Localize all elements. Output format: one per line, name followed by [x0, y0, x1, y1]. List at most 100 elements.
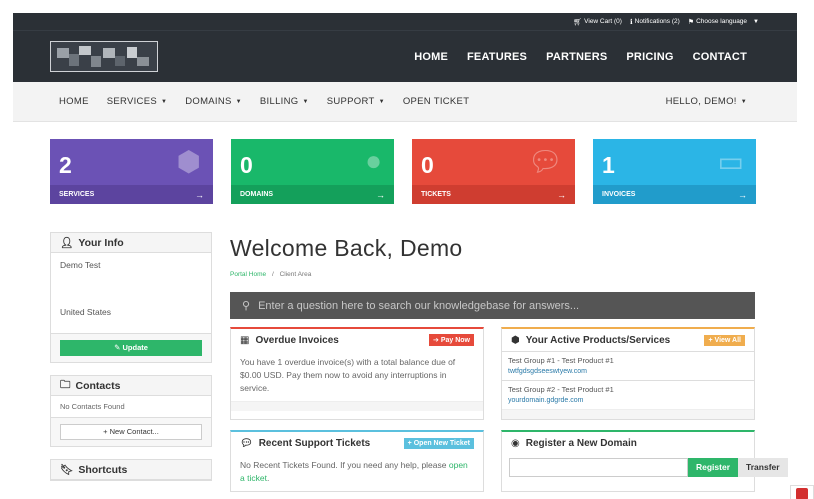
services-tile[interactable]: 2 ⬢ SERVICES → [50, 139, 213, 204]
panel-title: Your Info [78, 236, 124, 249]
product-domain: twtfgdsgdseeswtyew.com [508, 368, 587, 375]
main-content: Welcome Back, Demo Portal Home / Client … [230, 232, 788, 492]
tile-label: SERVICES [59, 191, 95, 198]
plus-icon: + [407, 439, 412, 447]
folder-icon: 🗀 [60, 378, 71, 391]
sidebar: 👤︎ Your Info Demo Test United States ✎ U… [50, 232, 212, 493]
register-domain-card: ◉ Register a New Domain Register Transfe… [501, 430, 788, 492]
card-title: Overdue Invoices [255, 334, 339, 346]
tickets-empty-text: No Recent Tickets Found. If you need any… [240, 460, 447, 470]
new-contact-button[interactable]: + New Contact... [60, 424, 202, 440]
kb-search-bar: ⚲ [230, 292, 755, 319]
breadcrumb: Portal Home / Client Area [230, 271, 312, 278]
chevron-down-icon: ▼ [235, 99, 242, 105]
client-nav: HOME SERVICES ▼ DOMAINS ▼ BILLING ▼ SUPPORT… [13, 82, 797, 122]
chevron-down-icon: ▼ [378, 99, 385, 105]
arrow-right-icon: → [195, 189, 204, 200]
nav-features[interactable]: FEATURES [467, 51, 527, 63]
nav-contact[interactable]: CONTACT [693, 51, 747, 63]
subnav-domains[interactable]: DOMAINS ▼ [185, 96, 242, 107]
subnav-billing[interactable]: BILLING ▼ [260, 96, 309, 107]
view-all-button[interactable]: + View All [704, 334, 745, 346]
product-item[interactable]: Test Group #2 - Test Product #1 yourdoma… [502, 380, 754, 409]
update-button[interactable]: ✎ Update [60, 340, 202, 356]
support-tickets-card: 💬︎ Recent Support Tickets + Open New Tic… [230, 430, 484, 492]
floating-widget-icon[interactable] [790, 485, 814, 499]
client-country: United States [60, 307, 112, 317]
panel-title: Shortcuts [78, 463, 128, 476]
subnav-support[interactable]: SUPPORT ▼ [327, 96, 385, 107]
contacts-empty: No Contacts Found [51, 396, 211, 418]
calculator-icon: ▦ [240, 334, 250, 346]
breadcrumb-home[interactable]: Portal Home [230, 271, 266, 278]
open-new-ticket-button[interactable]: + Open New Ticket [403, 437, 474, 449]
page-title: Welcome Back, Demo [230, 235, 463, 261]
nav-home[interactable]: HOME [414, 51, 448, 63]
stat-tiles: 2 ⬢ SERVICES → 0 ● DOMAINS → 0 💬︎ TICKET… [50, 139, 756, 204]
site-logo[interactable] [50, 41, 158, 72]
tile-label: TICKETS [421, 191, 451, 198]
subnav-open-ticket[interactable]: OPEN TICKET [403, 96, 469, 107]
user-icon: 👤︎ [60, 237, 74, 249]
subnav-services[interactable]: SERVICES ▼ [107, 96, 168, 107]
pay-now-button[interactable]: ➔ Pay Now [428, 334, 474, 346]
comments-icon: 💬︎ [240, 437, 253, 449]
view-cart-link[interactable]: 🛒︎ View Cart (0) [573, 18, 622, 26]
tile-count: 0 [421, 152, 434, 178]
tile-label: DOMAINS [240, 191, 274, 198]
nav-partners[interactable]: PARTNERS [546, 51, 607, 63]
search-icon: ⚲ [242, 300, 251, 312]
card-title: Your Active Products/Services [525, 334, 671, 346]
utility-bar: 🛒︎ View Cart (0) ℹ Notifications (2) ⚑ C… [13, 13, 797, 30]
tile-count: 1 [602, 152, 615, 178]
cart-icon: 🛒︎ [573, 18, 583, 26]
your-info-panel: 👤︎ Your Info Demo Test United States ✎ U… [50, 232, 212, 363]
chevron-down-icon: ▼ [302, 99, 309, 105]
card-title: Recent Support Tickets [258, 437, 371, 449]
overdue-invoices-card: ▦ Overdue Invoices ➔ Pay Now You have 1 … [230, 327, 484, 420]
nav-pricing[interactable]: PRICING [626, 51, 673, 63]
language-selector[interactable]: ⚑ Choose language ▼ [688, 18, 759, 26]
globe-icon: ● [365, 145, 382, 176]
plus-icon: + [708, 336, 713, 344]
kb-search-input[interactable] [258, 299, 743, 312]
language-icon: ⚑ [687, 18, 695, 26]
arrow-right-icon: → [738, 189, 747, 200]
user-menu[interactable]: HELLO, DEMO! ▼ [666, 96, 747, 107]
main-nav: HOME FEATURES PARTNERS PRICING CONTACT [414, 51, 747, 63]
card-title: Register a New Domain [525, 437, 637, 449]
contacts-panel: 🗀 Contacts No Contacts Found + New Conta… [50, 375, 212, 447]
arrow-icon: ➔ [432, 337, 439, 344]
domains-tile[interactable]: 0 ● DOMAINS → [231, 139, 394, 204]
arrow-right-icon: → [376, 189, 385, 200]
tickets-tile[interactable]: 0 💬︎ TICKETS → [412, 139, 575, 204]
chevron-down-icon: ▼ [160, 99, 168, 105]
chevron-down-icon: ▼ [740, 99, 747, 105]
overdue-text: You have 1 overdue invoice(s) with a tot… [240, 357, 456, 393]
info-icon: ℹ [629, 18, 633, 26]
arrow-right-icon: → [557, 189, 566, 200]
product-domain: yourdomain.gdgrde.com [508, 397, 584, 404]
notifications-link[interactable]: ℹ Notifications (2) [630, 18, 680, 26]
transfer-button[interactable]: Transfer [738, 458, 788, 477]
breadcrumb-current: Client Area [279, 271, 312, 278]
domain-search-input[interactable] [509, 458, 688, 477]
cube-icon: ⬢ [511, 334, 520, 346]
invoices-tile[interactable]: 1 ▭ INVOICES → [593, 139, 756, 204]
product-item[interactable]: Test Group #1 - Test Product #1 twtfgdsg… [502, 351, 754, 380]
tile-count: 2 [59, 152, 72, 178]
shortcuts-panel: 🔖︎ Shortcuts [50, 459, 212, 481]
cube-icon: ⬢ [176, 146, 201, 177]
plus-icon: + [103, 427, 108, 436]
site-header: HOME FEATURES PARTNERS PRICING CONTACT [13, 30, 797, 82]
client-name: Demo Test [60, 260, 101, 270]
bookmark-icon: 🔖︎ [60, 464, 74, 476]
chevron-down-icon: ▼ [753, 18, 759, 25]
globe-icon: ◉ [511, 437, 520, 449]
tile-label: INVOICES [602, 191, 636, 198]
browser-viewport: 🛒︎ View Cart (0) ℹ Notifications (2) ⚑ C… [13, 13, 797, 499]
register-button[interactable]: Register [688, 458, 739, 477]
panel-title: Contacts [75, 379, 121, 392]
tile-count: 0 [240, 152, 253, 178]
subnav-home[interactable]: HOME [59, 96, 89, 107]
